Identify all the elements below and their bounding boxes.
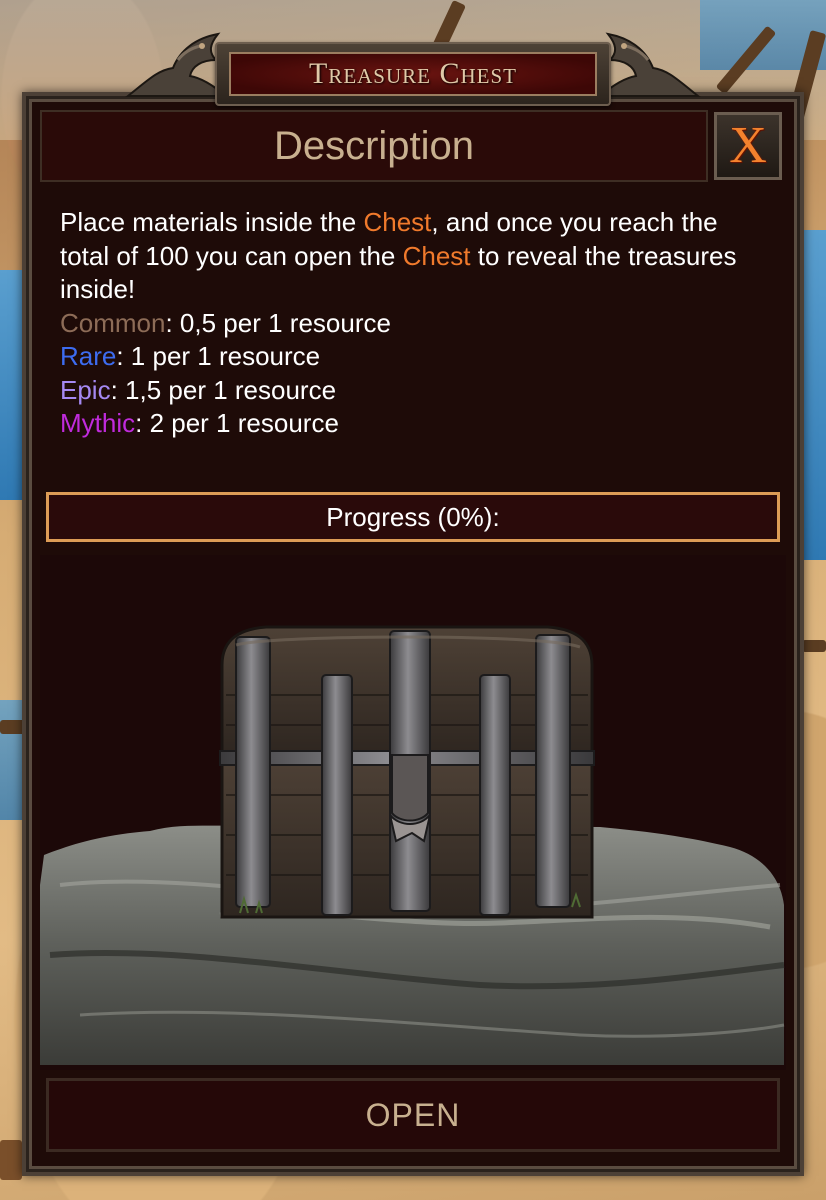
chest-keyword: Chest: [402, 240, 471, 271]
rarity-rare-row: Rare: 1 per 1 resource: [60, 341, 321, 371]
description-text: Place materials inside the Chest, and on…: [60, 207, 737, 304]
rarity-common-row: Common: 0,5 per 1 resource: [60, 307, 391, 338]
dragon-ornament-icon: [598, 32, 701, 97]
open-button[interactable]: OPEN: [46, 1078, 780, 1152]
chest-keyword: Chest: [363, 207, 432, 237]
rarity-mythic-row: Mythic: 2 per 1 resource: [60, 408, 339, 438]
open-button-label: OPEN: [365, 1096, 461, 1133]
rarity-epic-row: Epic: 1,5 per 1 resource: [60, 374, 337, 405]
rarity-name: Mythic: [60, 408, 136, 438]
rarity-name: Epic: [60, 374, 111, 405]
close-icon: X: [729, 117, 767, 174]
dragon-ornament-icon: [125, 32, 228, 97]
treasure-chest-image: [40, 625, 785, 1065]
title-banner: Treasure Chest: [215, 42, 611, 106]
rarity-name: Rare: [60, 341, 117, 371]
chest-preview: [40, 555, 786, 1070]
progress-bar: Progress (0%):: [46, 492, 780, 542]
close-button[interactable]: X: [714, 112, 782, 180]
rarity-name: Common: [60, 307, 166, 338]
description-header: Description: [40, 110, 708, 182]
window-title: Treasure Chest: [308, 57, 517, 90]
description-panel: Place materials inside the Chest, and on…: [40, 190, 786, 480]
progress-label: Progress (0%):: [326, 501, 500, 532]
section-title: Description: [273, 123, 475, 168]
